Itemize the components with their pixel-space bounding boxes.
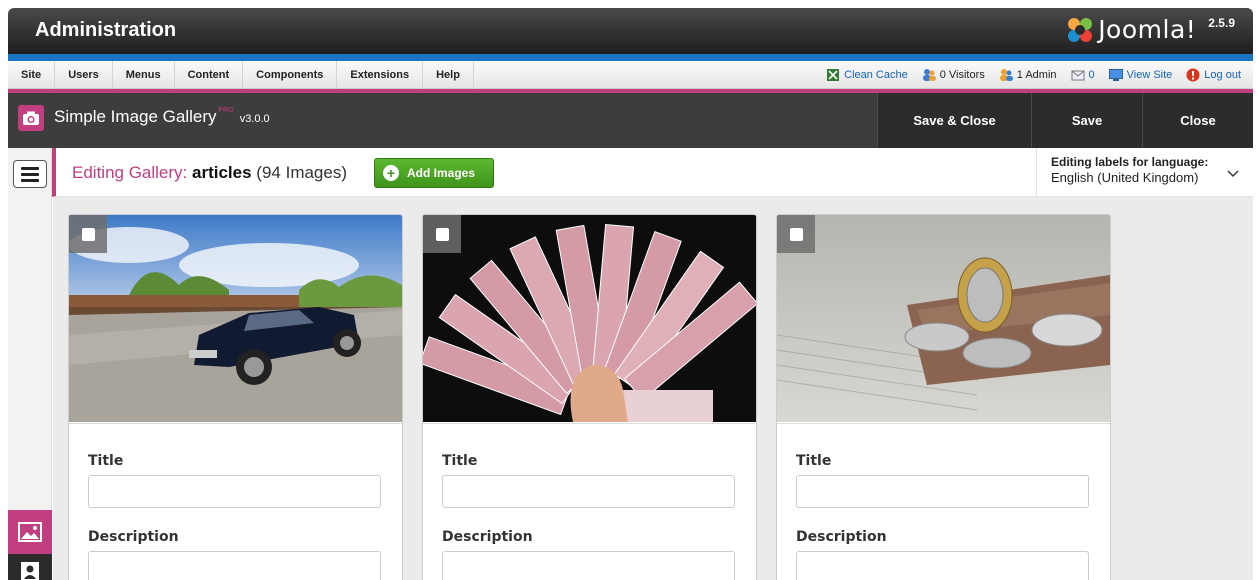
joomla-logo-icon — [1068, 18, 1093, 42]
users-icon — [922, 69, 936, 81]
menu-item-help[interactable]: Help — [423, 61, 474, 89]
component-edition: PRO — [218, 107, 234, 114]
menu-item-users[interactable]: Users — [55, 61, 113, 89]
messages-link[interactable]: 0 — [1071, 68, 1095, 82]
title-input[interactable] — [88, 475, 381, 508]
editing-bar: Editing Gallery: articles (94 Images) + … — [52, 148, 1253, 197]
gallery-card: Title Description — [776, 214, 1111, 580]
menu-item-site[interactable]: Site — [8, 61, 56, 89]
left-rail — [8, 148, 52, 580]
logout-label: Log out — [1204, 69, 1241, 81]
card-form: Title Description — [69, 423, 402, 580]
hamburger-menu-icon[interactable] — [13, 160, 47, 188]
title-label: Title — [442, 453, 478, 469]
broom-icon — [827, 69, 840, 81]
editing-prefix: Editing Gallery: — [72, 163, 188, 182]
menu-item-extensions[interactable]: Extensions — [337, 61, 424, 89]
logout-icon — [1186, 68, 1200, 82]
toolbar-buttons: Save & Close Save Close — [877, 93, 1253, 148]
mail-icon — [1071, 70, 1085, 81]
editing-heading: Editing Gallery: articles (94 Images) — [72, 163, 347, 183]
description-label: Description — [442, 529, 533, 545]
clean-cache-link[interactable]: Clean Cache — [826, 68, 908, 82]
gallery-grid: Title Description Title Description Titl… — [53, 197, 1253, 580]
component-name: Simple Image Gallery — [54, 107, 217, 126]
messages-label: 0 — [1088, 69, 1095, 81]
main-menu-bar: Site Users Menus Content Components Exte… — [8, 61, 1253, 89]
language-label: Editing labels for language: — [1051, 155, 1209, 169]
admin-users-icon — [999, 69, 1013, 81]
plus-icon: + — [383, 165, 399, 181]
component-title: Simple Image Gallery PRO v3.0.0 — [54, 107, 270, 127]
add-images-button[interactable]: + Add Images — [374, 158, 494, 188]
card-form: Title Description — [423, 423, 756, 580]
title-input[interactable] — [796, 475, 1089, 508]
close-button[interactable]: Close — [1142, 93, 1253, 148]
gallery-image-coins[interactable] — [777, 215, 1110, 422]
joomla-version: 2.5.9 — [1208, 16, 1235, 30]
select-checkbox[interactable] — [423, 215, 461, 253]
gallery-name: articles — [192, 163, 252, 182]
camera-icon — [18, 105, 44, 131]
title-input[interactable] — [442, 475, 735, 508]
joomla-logo[interactable]: Joomla! 2.5.9 — [1065, 15, 1235, 45]
gallery-card: Title Description — [68, 214, 403, 580]
card-form: Title Description — [777, 423, 1110, 580]
menu-item-content[interactable]: Content — [175, 61, 244, 89]
menu-item-components[interactable]: Components — [243, 61, 338, 89]
save-and-close-button[interactable]: Save & Close — [877, 93, 1031, 148]
view-site-label: View Site — [1126, 69, 1173, 81]
visitors-count: 0 Visitors — [922, 68, 985, 82]
add-images-label: Add Images — [407, 166, 476, 180]
description-label: Description — [88, 529, 179, 545]
logout-link[interactable]: Log out — [1186, 68, 1241, 82]
description-input[interactable] — [796, 551, 1089, 580]
view-site-link[interactable]: View Site — [1108, 69, 1173, 81]
admin-title: Administration — [35, 19, 177, 41]
header-blue-strip — [8, 54, 1253, 61]
select-checkbox[interactable] — [69, 215, 107, 253]
description-input[interactable] — [442, 551, 735, 580]
gallery-image-banknotes[interactable] — [423, 215, 756, 422]
component-toolbar: Simple Image Gallery PRO v3.0.0 Save & Clo… — [8, 93, 1253, 148]
language-selector[interactable]: Editing labels for language: English (Un… — [1036, 148, 1253, 196]
menu-item-menus[interactable]: Menus — [113, 61, 175, 89]
description-label: Description — [796, 529, 887, 545]
admins-label: 1 Admin — [1016, 69, 1057, 81]
component-version: v3.0.0 — [239, 113, 270, 125]
gallery-image-car[interactable] — [69, 215, 402, 422]
visitors-label: 0 Visitors — [939, 69, 985, 81]
status-area: Clean Cache 0 Visitors 1 Admin 0 View Si… — [826, 61, 1241, 89]
gallery-card: Title Description — [422, 214, 757, 580]
admin-header: Administration Joomla! 2.5.9 — [8, 8, 1253, 54]
chevron-down-icon — [1227, 170, 1239, 178]
language-value: English (United Kingdom) — [1051, 170, 1199, 185]
user-icon[interactable] — [8, 554, 52, 580]
joomla-wordmark: Joomla! — [1098, 15, 1197, 44]
save-button[interactable]: Save — [1031, 93, 1142, 148]
select-checkbox[interactable] — [777, 215, 815, 253]
admins-count: 1 Admin — [999, 68, 1057, 82]
monitor-icon — [1108, 69, 1123, 81]
title-label: Title — [796, 453, 832, 469]
images-icon[interactable] — [8, 510, 52, 554]
description-input[interactable] — [88, 551, 381, 580]
clean-cache-label: Clean Cache — [844, 69, 908, 81]
image-count: (94 Images) — [256, 163, 347, 182]
title-label: Title — [88, 453, 124, 469]
